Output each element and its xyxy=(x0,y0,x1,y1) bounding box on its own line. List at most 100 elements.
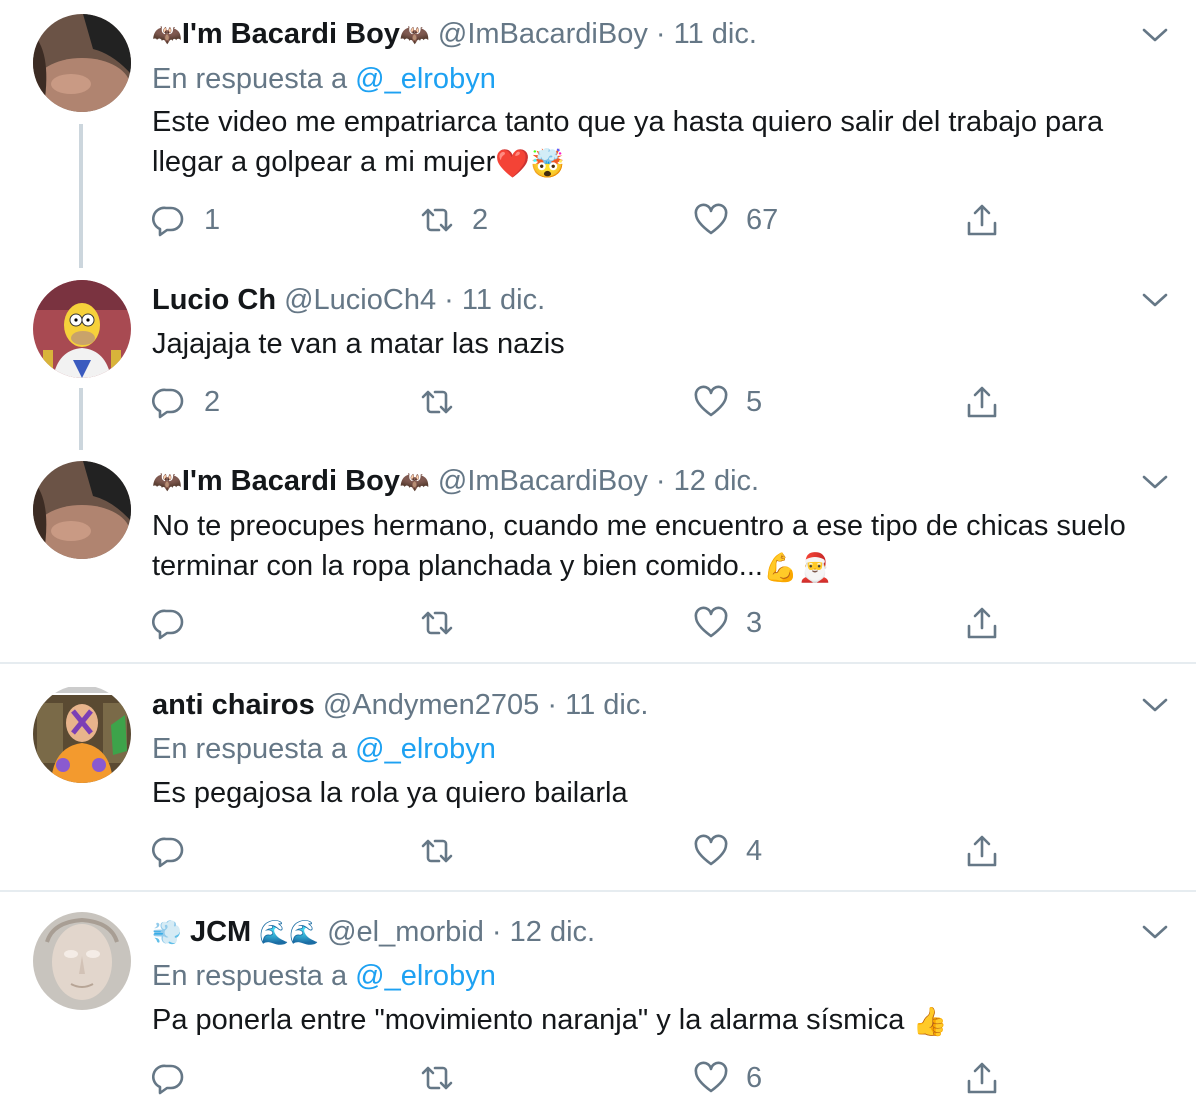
handle[interactable]: @LucioCh4 xyxy=(284,284,436,316)
chevron-down-icon[interactable] xyxy=(1140,25,1170,45)
reply-icon xyxy=(152,609,184,640)
avatar-image xyxy=(33,685,131,783)
like-button[interactable]: 4 xyxy=(694,831,762,871)
reply-context: En respuesta a @_elrobyn xyxy=(152,63,496,95)
like-button[interactable]: 67 xyxy=(694,200,778,240)
reply-icon xyxy=(152,388,184,419)
share-icon xyxy=(967,1062,997,1094)
share-button[interactable] xyxy=(965,200,999,240)
tweet-text: Jajajaja te van a matar las nazis xyxy=(152,328,565,360)
separator: · xyxy=(444,284,454,316)
display-name[interactable]: 🦇I'm Bacardi Boy🦇 xyxy=(152,465,430,497)
retweet-button[interactable] xyxy=(420,382,472,422)
chevron-down-icon[interactable] xyxy=(1140,290,1170,310)
retweet-button[interactable] xyxy=(420,603,472,643)
bat-emoji: 🦇 xyxy=(399,468,430,496)
mention-link[interactable]: @_elrobyn xyxy=(355,733,496,765)
reply-button[interactable] xyxy=(152,603,204,643)
avatar-image xyxy=(33,461,131,559)
tweet-text: Este video me empatriarca tanto que ya h… xyxy=(152,106,1104,179)
avatar[interactable] xyxy=(33,461,131,559)
retweet-icon xyxy=(421,208,453,232)
share-button[interactable] xyxy=(965,831,999,871)
handle[interactable]: @el_morbid xyxy=(327,916,484,948)
display-name[interactable]: Lucio Ch xyxy=(152,284,276,316)
avatar[interactable] xyxy=(33,280,131,378)
like-icon xyxy=(694,203,728,235)
reply-count: 2 xyxy=(204,386,221,418)
reply-icon xyxy=(152,206,184,237)
like-icon xyxy=(694,385,728,417)
tweet[interactable]: Lucio Ch @LucioCh4 · 11 dic. Jajajaja te… xyxy=(0,280,1196,450)
display-name[interactable]: anti chairos xyxy=(152,689,315,721)
timestamp[interactable]: 12 dic. xyxy=(674,465,759,497)
timestamp[interactable]: 11 dic. xyxy=(462,284,545,316)
reply-button[interactable] xyxy=(152,831,204,871)
mention-link[interactable]: @_elrobyn xyxy=(355,63,496,95)
display-name[interactable]: 🦇I'm Bacardi Boy🦇 xyxy=(152,18,430,50)
share-button[interactable] xyxy=(965,382,999,422)
chevron-down-icon[interactable] xyxy=(1140,695,1170,715)
like-icon xyxy=(694,606,728,638)
reply-button[interactable] xyxy=(152,1058,204,1098)
like-count: 3 xyxy=(746,607,763,639)
tweet[interactable]: 💨 JCM 🌊🌊 @el_morbid · 12 dic. En respues… xyxy=(0,912,1196,1112)
reply-button[interactable]: 2 xyxy=(152,382,220,422)
handle[interactable]: @ImBacardiBoy xyxy=(438,18,648,50)
tweet-header: 🦇I'm Bacardi Boy🦇 @ImBacardiBoy · 11 dic… xyxy=(152,14,757,55)
avatar-image xyxy=(33,280,131,378)
mention-link[interactable]: @_elrobyn xyxy=(355,960,496,992)
like-count: 5 xyxy=(746,386,763,418)
tweet-actions: 1 2 67 xyxy=(152,200,1052,240)
retweet-icon xyxy=(421,611,453,635)
share-button[interactable] xyxy=(965,1058,999,1098)
share-icon xyxy=(967,204,997,236)
retweet-button[interactable]: 2 xyxy=(420,200,488,240)
avatar[interactable] xyxy=(33,912,131,1010)
retweet-button[interactable] xyxy=(420,831,472,871)
flexed-biceps-santa-emoji: 💪🎅 xyxy=(762,552,833,583)
separator: · xyxy=(547,689,558,721)
tweet-actions: 2 5 xyxy=(152,382,1052,422)
share-button[interactable] xyxy=(965,603,999,643)
like-button[interactable]: 6 xyxy=(694,1058,762,1098)
like-button[interactable]: 5 xyxy=(694,382,762,422)
like-icon xyxy=(694,834,728,866)
avatar-image xyxy=(33,14,131,112)
tweet-text: Pa ponerla entre "movimiento naranja" y … xyxy=(152,1004,948,1037)
separator: · xyxy=(491,916,502,948)
reply-context: En respuesta a @_elrobyn xyxy=(152,960,496,992)
tweet[interactable]: 🦇I'm Bacardi Boy🦇 @ImBacardiBoy · 11 dic… xyxy=(0,0,1196,270)
retweet-icon xyxy=(421,839,453,863)
timestamp[interactable]: 11 dic. xyxy=(565,689,648,721)
tweet[interactable]: 🦇I'm Bacardi Boy🦇 @ImBacardiBoy · 12 dic… xyxy=(0,461,1196,661)
handle[interactable]: @Andymen2705 xyxy=(323,689,539,721)
avatar-image xyxy=(33,912,131,1010)
tweet-header: 💨 JCM 🌊🌊 @el_morbid · 12 dic. xyxy=(152,912,595,953)
retweet-icon xyxy=(421,390,453,414)
display-name[interactable]: 💨 JCM 🌊🌊 xyxy=(152,916,319,948)
retweet-button[interactable] xyxy=(420,1058,472,1098)
share-icon xyxy=(967,386,997,418)
timestamp[interactable]: 12 dic. xyxy=(510,916,595,948)
like-icon xyxy=(694,1061,728,1093)
avatar[interactable] xyxy=(33,685,131,783)
reply-button[interactable]: 1 xyxy=(152,200,220,240)
chevron-down-icon[interactable] xyxy=(1140,472,1170,492)
reply-icon xyxy=(152,837,184,868)
tweet-actions: 6 xyxy=(152,1058,1052,1098)
like-button[interactable]: 3 xyxy=(694,603,762,643)
tweet-actions: 4 xyxy=(152,831,1052,871)
dash-emoji: 💨 xyxy=(152,919,182,947)
timestamp[interactable]: 11 dic. xyxy=(674,18,757,50)
bat-emoji: 🦇 xyxy=(152,468,182,496)
chevron-down-icon[interactable] xyxy=(1140,922,1170,942)
tweet[interactable]: anti chairos @Andymen2705 · 11 dic. En r… xyxy=(0,685,1196,885)
retweet-count: 2 xyxy=(472,204,489,236)
tweet-text: Es pegajosa la rola ya quiero bailarla xyxy=(152,777,628,809)
like-count: 67 xyxy=(746,204,779,236)
bat-emoji: 🦇 xyxy=(399,21,430,49)
avatar[interactable] xyxy=(33,14,131,112)
handle[interactable]: @ImBacardiBoy xyxy=(438,465,648,497)
share-icon xyxy=(967,607,997,639)
